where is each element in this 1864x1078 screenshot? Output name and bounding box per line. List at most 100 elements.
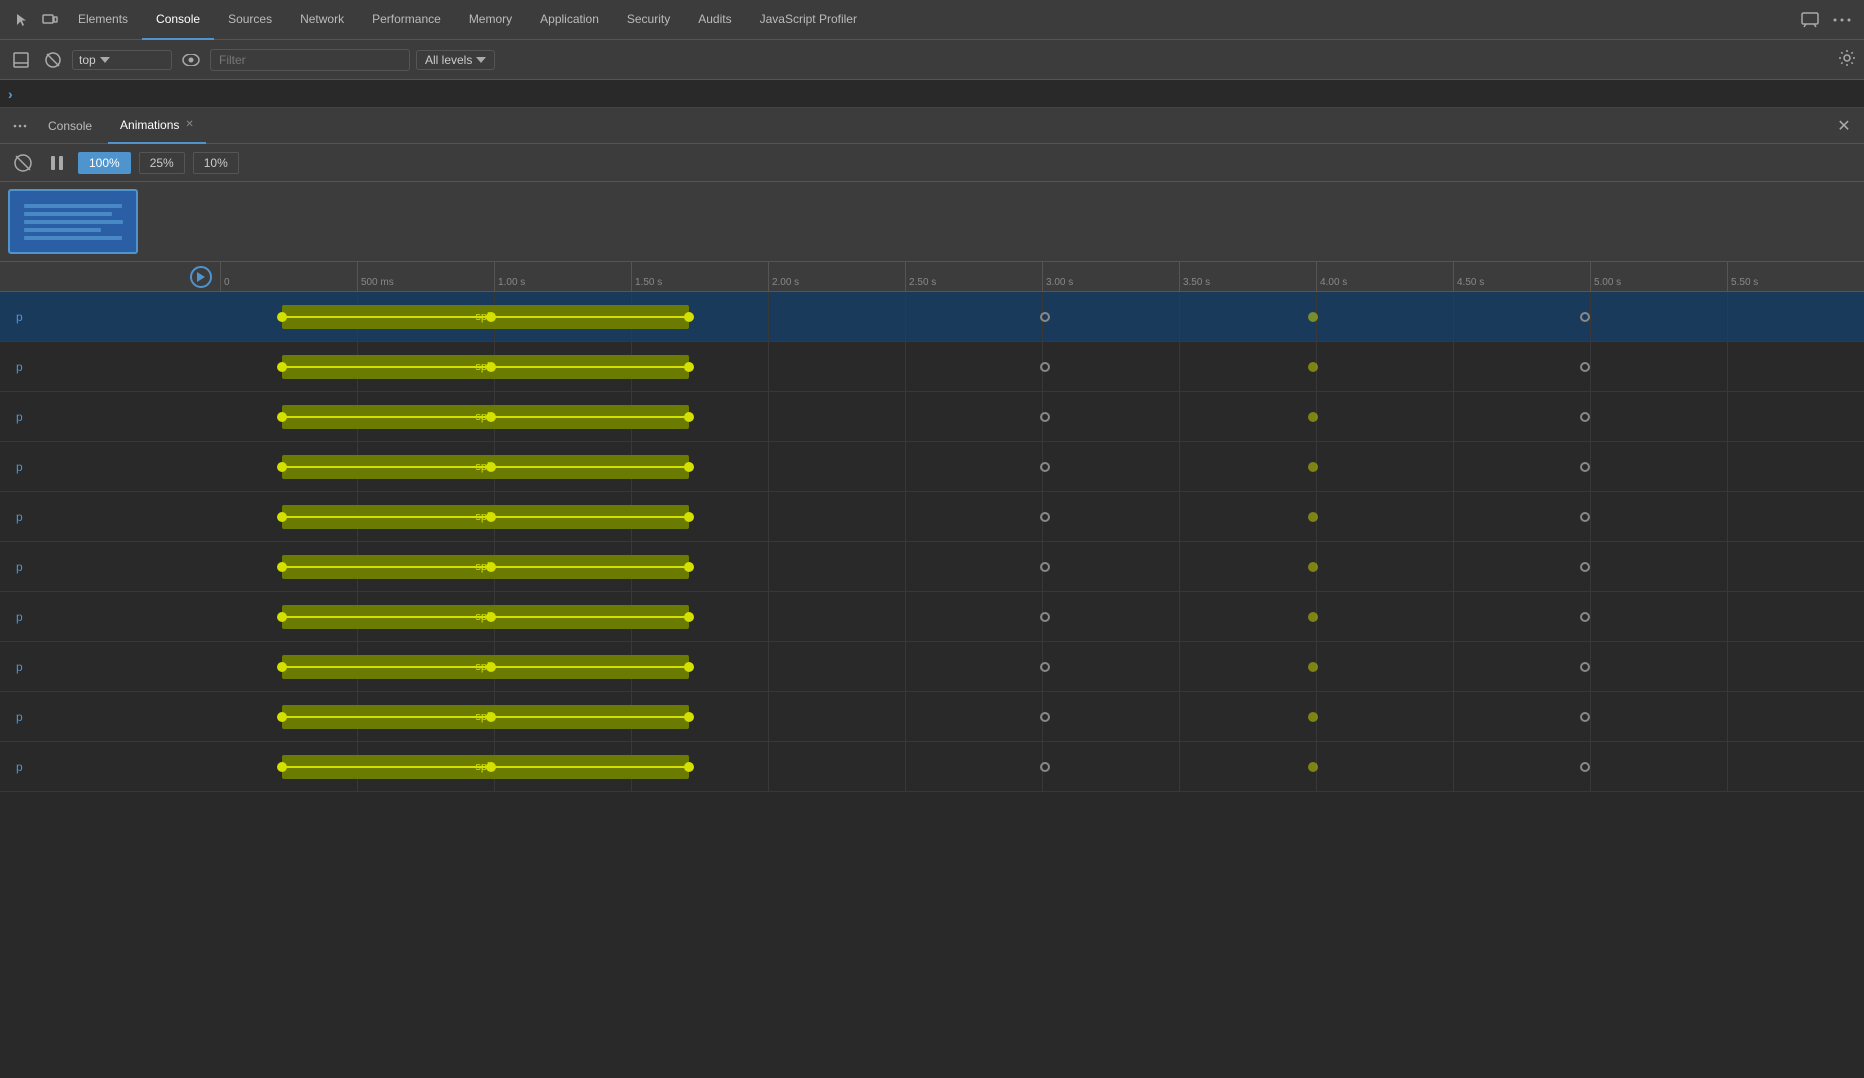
speed-25-btn[interactable]: 25%	[139, 152, 185, 174]
ruler-mark: 1.00 s	[494, 262, 525, 292]
eye-icon[interactable]	[178, 47, 204, 73]
feedback-icon[interactable]	[1796, 6, 1824, 34]
keyframe-dot	[1580, 512, 1590, 522]
console-prompt: ›	[0, 80, 1864, 108]
keyframe-dot	[277, 512, 287, 522]
drawer-more-btn[interactable]	[8, 114, 32, 138]
keyframe-dot	[1580, 612, 1590, 622]
row-label: p	[0, 610, 220, 624]
speed-10-btn[interactable]: 10%	[193, 152, 239, 174]
preview-lines	[10, 192, 136, 252]
cursor-icon[interactable]	[8, 6, 36, 34]
speed-100-btn[interactable]: 100%	[78, 152, 131, 174]
keyframe-dot	[486, 662, 496, 672]
anim-row[interactable]: pspin	[0, 642, 1864, 692]
keyframe-dot	[277, 462, 287, 472]
drawer-tab-animations-label: Animations	[120, 118, 179, 132]
keyframe-dot	[1580, 712, 1590, 722]
row-label: p	[0, 460, 220, 474]
ruler-track: 0500 ms1.00 s1.50 s2.00 s2.50 s3.00 s3.5…	[220, 262, 1864, 292]
row-label: p	[0, 710, 220, 724]
keyframe-dot	[1308, 712, 1318, 722]
tab-memory[interactable]: Memory	[455, 0, 526, 40]
keyframe-dot	[684, 362, 694, 372]
keyframe-dot	[1308, 562, 1318, 572]
drawer-tab-console[interactable]: Console	[36, 108, 104, 144]
anim-row[interactable]: pspin	[0, 392, 1864, 442]
keyframe-dot	[1040, 412, 1050, 422]
tab-audits[interactable]: Audits	[684, 0, 745, 40]
tab-security[interactable]: Security	[613, 0, 684, 40]
ruler-mark: 3.50 s	[1179, 262, 1210, 292]
row-track: spin	[220, 542, 1864, 591]
drawer-toggle-btn[interactable]	[8, 47, 34, 73]
keyframe-dot	[1308, 312, 1318, 322]
console-toolbar: top All levels	[0, 40, 1864, 80]
keyframe-dot	[277, 412, 287, 422]
animation-preview	[0, 182, 1864, 262]
anim-row[interactable]: pspin	[0, 342, 1864, 392]
play-button[interactable]	[190, 266, 212, 288]
row-label: p	[0, 360, 220, 374]
keyframe-dot	[1040, 312, 1050, 322]
close-drawer-btn[interactable]: ✕	[1832, 114, 1856, 138]
keyframe-dot	[277, 612, 287, 622]
keyframe-dot	[1580, 312, 1590, 322]
keyframe-dot	[277, 712, 287, 722]
row-track: spin	[220, 692, 1864, 741]
tab-console[interactable]: Console	[142, 0, 214, 40]
keyframe-dot	[1040, 562, 1050, 572]
keyframe-dot	[1308, 512, 1318, 522]
row-track: spin	[220, 742, 1864, 791]
prompt-arrow: ›	[8, 86, 13, 102]
preview-thumbnail[interactable]	[8, 189, 138, 254]
row-label: p	[0, 510, 220, 524]
pause-btn[interactable]	[44, 150, 70, 176]
keyframe-dot	[277, 362, 287, 372]
anim-row[interactable]: pspin	[0, 442, 1864, 492]
keyframe-dot	[1308, 362, 1318, 372]
context-selector[interactable]: top	[72, 50, 172, 70]
drawer-tab-console-label: Console	[48, 119, 92, 133]
keyframe-dot	[1308, 662, 1318, 672]
no-entry-icon[interactable]	[40, 47, 66, 73]
tab-application[interactable]: Application	[526, 0, 613, 40]
keyframe-dot	[1308, 762, 1318, 772]
close-animations-tab[interactable]: ✕	[185, 119, 193, 130]
keyframe-dot	[1040, 462, 1050, 472]
ruler-mark: 4.50 s	[1453, 262, 1484, 292]
anim-row[interactable]: pspin	[0, 542, 1864, 592]
keyframe-dot	[1308, 462, 1318, 472]
drawer-tab-animations[interactable]: Animations ✕	[108, 108, 206, 144]
ruler-mark: 2.50 s	[905, 262, 936, 292]
keyframe-dot	[1040, 612, 1050, 622]
preview-line	[24, 212, 112, 216]
keyframe-dot	[1308, 412, 1318, 422]
settings-icon[interactable]	[1838, 49, 1856, 70]
anim-row[interactable]: pspin	[0, 692, 1864, 742]
tab-performance[interactable]: Performance	[358, 0, 455, 40]
keyframe-dot	[1580, 762, 1590, 772]
row-label: p	[0, 660, 220, 674]
ruler-left	[0, 266, 220, 288]
tab-sources[interactable]: Sources	[214, 0, 286, 40]
tab-network[interactable]: Network	[286, 0, 358, 40]
keyframe-dot	[1040, 662, 1050, 672]
device-icon[interactable]	[36, 6, 64, 34]
filter-input[interactable]	[210, 49, 410, 71]
anim-row[interactable]: pspin	[0, 742, 1864, 792]
preview-line	[24, 204, 122, 208]
anim-row[interactable]: pspin	[0, 292, 1864, 342]
preview-line	[24, 228, 101, 232]
keyframe-dot	[1580, 412, 1590, 422]
keyframe-dot	[486, 362, 496, 372]
tab-elements[interactable]: Elements	[64, 0, 142, 40]
levels-select[interactable]: All levels	[416, 50, 495, 70]
anim-row[interactable]: pspin	[0, 492, 1864, 542]
tab-js-profiler[interactable]: JavaScript Profiler	[746, 0, 871, 40]
row-track: spin	[220, 392, 1864, 441]
no-entry-anim-btn[interactable]	[10, 150, 36, 176]
anim-row[interactable]: pspin	[0, 592, 1864, 642]
more-options-icon[interactable]	[1828, 6, 1856, 34]
keyframe-dot	[1040, 512, 1050, 522]
